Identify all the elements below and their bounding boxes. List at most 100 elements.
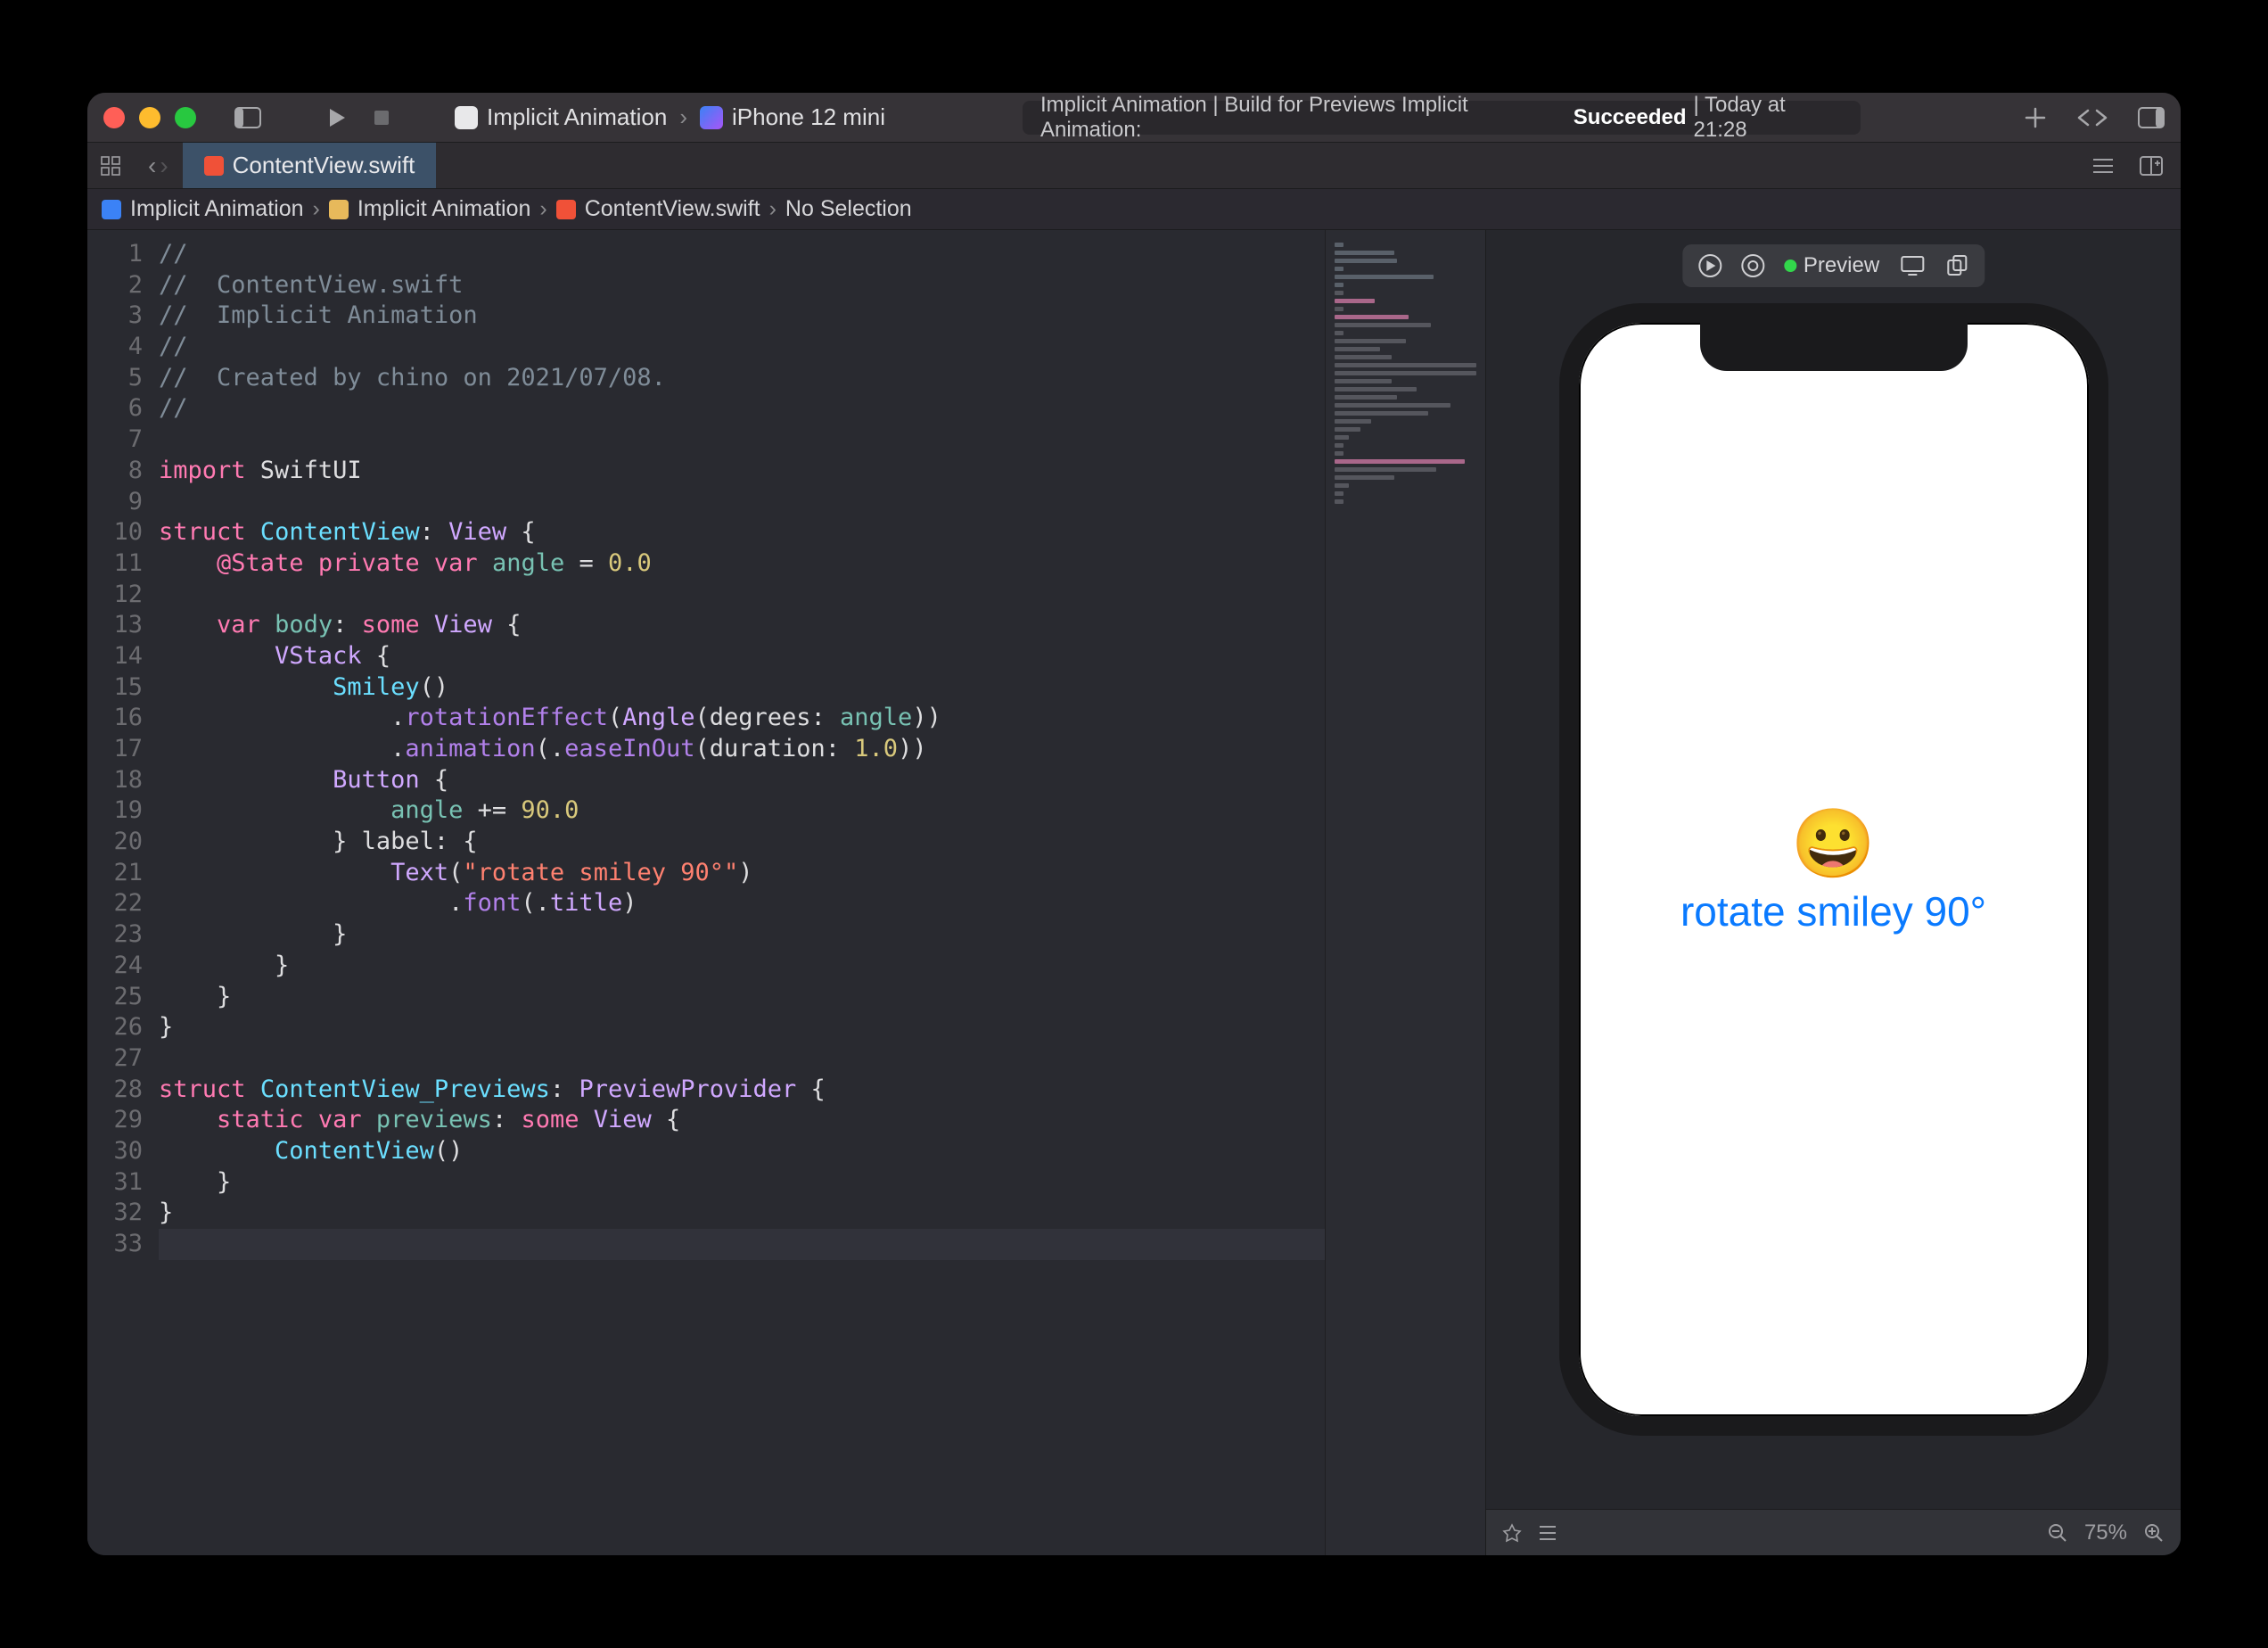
- line-number: 20: [87, 827, 143, 858]
- zoom-out-button[interactable]: [2047, 1522, 2068, 1544]
- line-number: 30: [87, 1136, 143, 1167]
- preview-list-button[interactable]: [1538, 1524, 1557, 1542]
- nav-back-button[interactable]: ‹: [148, 152, 156, 180]
- code-line[interactable]: [159, 1229, 1325, 1260]
- status-result: Succeeded: [1574, 105, 1687, 130]
- preview-inspect-button[interactable]: [1741, 254, 1764, 277]
- minimize-window-button[interactable]: [139, 107, 160, 128]
- code-line[interactable]: }: [159, 951, 1325, 982]
- code-line[interactable]: //: [159, 332, 1325, 363]
- code-line[interactable]: // ContentView.swift: [159, 270, 1325, 301]
- add-editor-button[interactable]: [2140, 156, 2163, 176]
- line-number: 3: [87, 301, 143, 332]
- code-line[interactable]: [159, 487, 1325, 518]
- minimap[interactable]: [1325, 230, 1485, 1555]
- code-line[interactable]: [159, 580, 1325, 611]
- line-number: 13: [87, 610, 143, 641]
- code-line[interactable]: [159, 1043, 1325, 1075]
- line-number: 10: [87, 517, 143, 548]
- line-number: 14: [87, 641, 143, 672]
- related-items-button[interactable]: [87, 156, 134, 176]
- preview-device-button[interactable]: [1899, 254, 1926, 277]
- code-line[interactable]: .font(.title): [159, 888, 1325, 919]
- line-number: 22: [87, 888, 143, 919]
- code-line[interactable]: [159, 424, 1325, 456]
- code-line[interactable]: Button {: [159, 765, 1325, 796]
- code-line[interactable]: .animation(.easeInOut(duration: 1.0)): [159, 734, 1325, 765]
- swift-file-icon: [204, 156, 224, 176]
- scheme-project-label: Implicit Animation: [487, 103, 667, 131]
- source-editor[interactable]: 1234567891011121314151617181920212223242…: [87, 230, 1485, 1555]
- live-preview-play-button[interactable]: [1698, 254, 1722, 277]
- code-line[interactable]: } label: {: [159, 827, 1325, 858]
- smiley-view: 😀: [1791, 803, 1876, 884]
- preview-duplicate-button[interactable]: [1945, 254, 1968, 277]
- line-number: 15: [87, 672, 143, 704]
- code-line[interactable]: }: [159, 1198, 1325, 1229]
- code-line[interactable]: struct ContentView: View {: [159, 517, 1325, 548]
- nav-forward-button[interactable]: ›: [160, 152, 168, 180]
- line-number: 33: [87, 1229, 143, 1260]
- code-line[interactable]: }: [159, 1012, 1325, 1043]
- code-line[interactable]: //: [159, 239, 1325, 270]
- code-line[interactable]: @State private var angle = 0.0: [159, 548, 1325, 580]
- code-line[interactable]: static var previews: some View {: [159, 1105, 1325, 1136]
- editor-options-button[interactable]: [2091, 156, 2115, 176]
- status-suffix: | Today at 21:28: [1694, 93, 1843, 143]
- jumpbar-file[interactable]: ContentView.swift: [585, 196, 760, 222]
- toggle-inspector-button[interactable]: [2138, 107, 2165, 128]
- toolbar-right: [2024, 106, 2165, 129]
- preview-toolbar: Preview: [1682, 244, 1984, 287]
- add-button[interactable]: [2024, 106, 2047, 129]
- code-line[interactable]: var body: some View {: [159, 610, 1325, 641]
- jumpbar-selection[interactable]: No Selection: [785, 196, 912, 222]
- jump-bar[interactable]: Implicit Animation › Implicit Animation …: [87, 189, 2181, 230]
- scheme-device-label: iPhone 12 mini: [732, 103, 885, 131]
- line-number: 29: [87, 1105, 143, 1136]
- line-number: 21: [87, 858, 143, 889]
- zoom-in-button[interactable]: [2143, 1522, 2165, 1544]
- zoom-window-button[interactable]: [175, 107, 196, 128]
- scheme-selector[interactable]: Implicit Animation › iPhone 12 mini: [455, 103, 885, 131]
- device-frame: 😀 rotate smiley 90°: [1559, 303, 2108, 1436]
- pin-preview-button[interactable]: [1502, 1523, 1522, 1543]
- chevron-right-icon: ›: [539, 196, 546, 222]
- code-line[interactable]: Text("rotate smiley 90°"): [159, 858, 1325, 889]
- line-number: 6: [87, 393, 143, 424]
- code-area[interactable]: //// ContentView.swift// Implicit Animat…: [159, 230, 1325, 1555]
- activity-status[interactable]: Implicit Animation | Build for Previews …: [1023, 101, 1861, 135]
- toggle-navigator-button[interactable]: [232, 102, 264, 134]
- code-line[interactable]: .rotationEffect(Angle(degrees: angle)): [159, 703, 1325, 734]
- close-window-button[interactable]: [103, 107, 125, 128]
- xcode-window: Implicit Animation › iPhone 12 mini Impl…: [87, 93, 2181, 1555]
- rotate-button[interactable]: rotate smiley 90°: [1680, 887, 1986, 935]
- code-line[interactable]: //: [159, 393, 1325, 424]
- code-line[interactable]: // Created by chino on 2021/07/08.: [159, 363, 1325, 394]
- code-line[interactable]: import SwiftUI: [159, 456, 1325, 487]
- run-button[interactable]: [321, 102, 353, 134]
- line-number: 8: [87, 456, 143, 487]
- line-number: 26: [87, 1012, 143, 1043]
- code-line[interactable]: struct ContentView_Previews: PreviewProv…: [159, 1075, 1325, 1106]
- app-icon: [455, 106, 478, 129]
- code-line[interactable]: }: [159, 982, 1325, 1013]
- line-number: 28: [87, 1075, 143, 1106]
- code-line[interactable]: }: [159, 1167, 1325, 1199]
- tab-contentview[interactable]: ContentView.swift: [183, 143, 437, 188]
- device-icon: [700, 106, 723, 129]
- code-line[interactable]: angle += 90.0: [159, 795, 1325, 827]
- code-line[interactable]: Smiley(): [159, 672, 1325, 704]
- code-line[interactable]: }: [159, 919, 1325, 951]
- chevron-right-icon: ›: [313, 196, 320, 222]
- jumpbar-project[interactable]: Implicit Animation: [130, 196, 304, 222]
- zoom-level[interactable]: 75%: [2084, 1520, 2127, 1545]
- code-line[interactable]: // Implicit Animation: [159, 301, 1325, 332]
- line-number: 12: [87, 580, 143, 611]
- stop-button[interactable]: [366, 102, 398, 134]
- canvas-area[interactable]: 😀 rotate smiley 90°: [1486, 230, 2181, 1509]
- code-line[interactable]: VStack {: [159, 641, 1325, 672]
- code-line[interactable]: ContentView(): [159, 1136, 1325, 1167]
- jumpbar-group[interactable]: Implicit Animation: [357, 196, 531, 222]
- line-number: 17: [87, 734, 143, 765]
- code-review-button[interactable]: [2077, 108, 2108, 128]
